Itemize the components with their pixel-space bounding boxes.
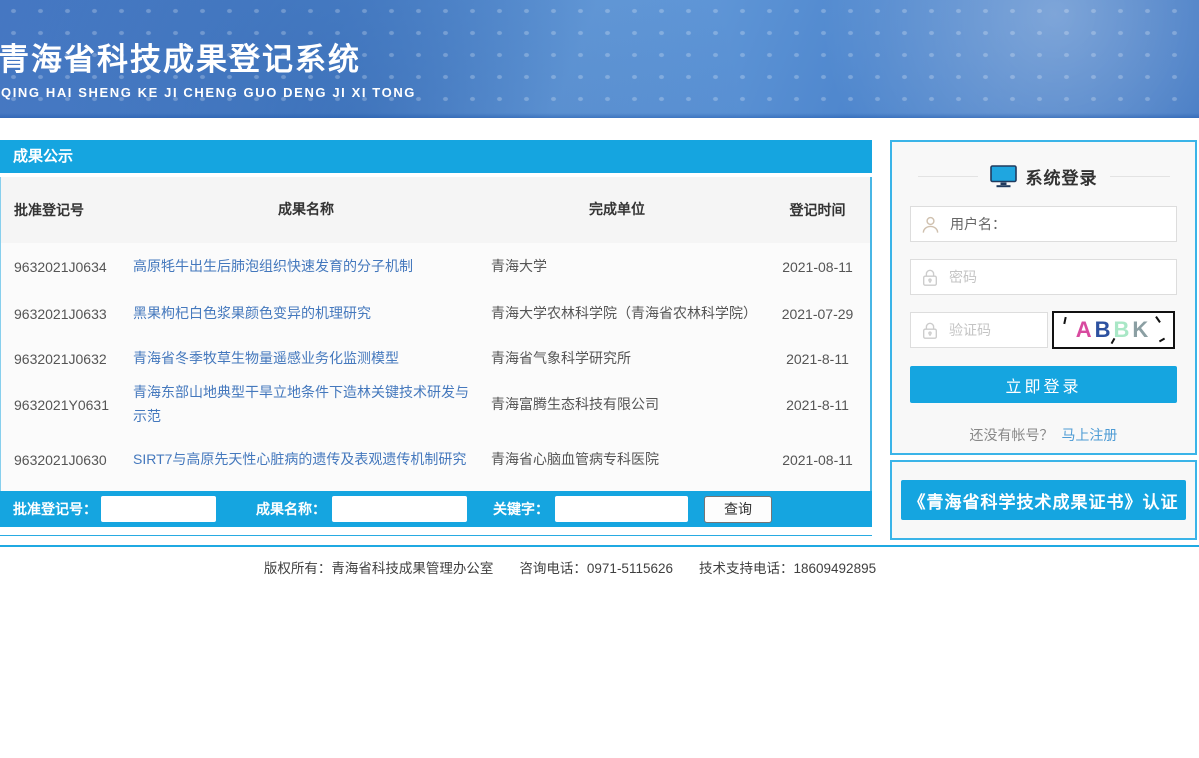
table-header-row: 批准登记号 成果名称 完成单位 登记时间 <box>1 177 870 243</box>
result-name-cell: SIRT7与高原先天性心脏病的遗传及表观遗传机制研究 <box>133 448 479 472</box>
result-name-link[interactable]: SIRT7与高原先天性心脏病的遗传及表观遗传机制研究 <box>133 451 466 467</box>
site-title-pinyin: QING HAI SHENG KE JI CHENG GUO DENG JI X… <box>1 85 416 100</box>
username-field[interactable] <box>910 206 1177 242</box>
captcha-letter: A <box>1076 317 1095 343</box>
footer-text: 咨询电话：0971-5115626 <box>519 561 673 576</box>
footer-text: 技术支持电话：18609492895 <box>699 561 876 576</box>
password-field[interactable] <box>910 259 1177 295</box>
footer: 版权所有：青海省科技成果管理办公室 咨询电话：0971-5115626 技术支持电话… <box>0 557 1140 577</box>
result-name-cell: 青海省冬季牧草生物量遥感业务化监测模型 <box>133 347 479 371</box>
results-rows: 9632021J0634高原牦牛出生后肺泡组织快速发育的分子机制青海大学2021… <box>1 243 870 491</box>
user-icon <box>921 215 940 234</box>
monitor-icon <box>990 165 1017 188</box>
reg-no-cell: 9632021Y0631 <box>1 397 133 413</box>
captcha-noise <box>1159 338 1165 343</box>
captcha-row: ABBK <box>910 311 1177 349</box>
captcha-image[interactable]: ABBK <box>1052 311 1175 349</box>
date-cell: 2021-08-11 <box>765 452 870 468</box>
results-panel: 成果公示 批准登记号 成果名称 完成单位 登记时间 9632021J0634高原… <box>0 140 872 536</box>
search-reg-label: 批准登记号： <box>13 499 97 519</box>
result-name-link[interactable]: 高原牦牛出生后肺泡组织快速发育的分子机制 <box>133 258 413 274</box>
date-cell: 2021-8-11 <box>765 397 870 413</box>
table-row: 9632021J0630SIRT7与高原先天性心脏病的遗传及表观遗传机制研究青海… <box>1 429 870 491</box>
title-divider-left <box>918 176 978 177</box>
captcha-letter: K <box>1132 317 1151 343</box>
login-button[interactable]: 立即登录 <box>910 366 1177 403</box>
unit-cell: 青海大学农林科学院（青海省农林科学院） <box>479 302 765 326</box>
title-divider-right <box>1110 176 1170 177</box>
certificate-auth-button[interactable]: 《青海省科学技术成果证书》认证 <box>901 480 1186 520</box>
results-table: 批准登记号 成果名称 完成单位 登记时间 9632021J0634高原牦牛出生后… <box>0 177 872 491</box>
captcha-input[interactable] <box>947 321 1031 339</box>
results-panel-title: 成果公示 <box>0 140 872 173</box>
date-cell: 2021-8-11 <box>765 351 870 367</box>
unit-cell: 青海富腾生态科技有限公司 <box>479 393 765 417</box>
header-banner: 青海省科技成果登记系统 QING HAI SHENG KE JI CHENG G… <box>0 0 1199 118</box>
table-row: 9632021Y0631青海东部山地典型干旱立地条件下造林关键技术研发与示范青海… <box>1 381 870 429</box>
unit-cell: 青海省气象科学研究所 <box>479 347 765 371</box>
column-header-reg-no: 批准登记号 <box>1 200 133 220</box>
result-name-cell: 黑果枸杞白色浆果颜色变异的机理研究 <box>133 302 479 326</box>
table-row: 9632021J0634高原牦牛出生后肺泡组织快速发育的分子机制 青海大学2021… <box>1 243 870 291</box>
captcha-noise <box>1063 317 1066 324</box>
reg-no-cell: 9632021J0634 <box>1 259 133 275</box>
search-keyword-input[interactable] <box>555 496 688 522</box>
register-row: 还没有帐号？ 马上注册 <box>892 425 1195 445</box>
reg-no-cell: 9632021J0633 <box>1 306 133 322</box>
table-row: 9632021J0633黑果枸杞白色浆果颜色变异的机理研究 青海大学农林科学院（青… <box>1 291 870 337</box>
column-header-date: 登记时间 <box>765 200 870 220</box>
login-title-row: 系统登录 <box>892 164 1195 189</box>
search-keyword-label: 关键字： <box>493 499 549 519</box>
reg-no-cell: 9632021J0632 <box>1 351 133 367</box>
certificate-panel: 《青海省科学技术成果证书》认证 <box>890 460 1197 540</box>
column-header-name: 成果名称 <box>133 198 479 222</box>
table-row: 9632021J0632青海省冬季牧草生物量遥感业务化监测模型 青海省气象科学研究… <box>1 337 870 381</box>
result-name-cell: 高原牦牛出生后肺泡组织快速发育的分子机制 <box>133 255 479 279</box>
username-input[interactable] <box>948 215 1142 233</box>
result-name-link[interactable]: 黑果枸杞白色浆果颜色变异的机理研究 <box>133 305 371 321</box>
footer-text: 版权所有：青海省科技成果管理办公室 <box>264 561 494 576</box>
date-cell: 2021-08-11 <box>765 259 870 275</box>
register-link[interactable]: 马上注册 <box>1061 427 1117 443</box>
lock-icon <box>921 321 939 340</box>
search-name-input[interactable] <box>332 496 467 522</box>
login-panel-title: 系统登录 <box>1026 164 1098 189</box>
date-cell: 2021-07-29 <box>765 306 870 322</box>
captcha-letter: B <box>1095 317 1114 343</box>
captcha-field[interactable] <box>910 312 1048 348</box>
search-bar: 批准登记号： 成果名称： 关键字： 查询 <box>0 491 872 527</box>
unit-cell: 青海省心脑血管病专科医院 <box>479 448 765 472</box>
lock-icon <box>921 268 939 287</box>
result-name-link[interactable]: 青海省冬季牧草生物量遥感业务化监测模型 <box>133 350 399 366</box>
search-reg-input[interactable] <box>101 496 216 522</box>
search-name-label: 成果名称： <box>256 499 326 519</box>
password-input[interactable] <box>947 268 1141 286</box>
captcha-letter: B <box>1114 317 1133 343</box>
page: 青海省科技成果登记系统 QING HAI SHENG KE JI CHENG G… <box>0 0 1199 758</box>
reg-no-cell: 9632021J0630 <box>1 452 133 468</box>
page-divider <box>0 545 1199 547</box>
panel-bottom-divider <box>0 535 872 536</box>
query-button[interactable]: 查询 <box>704 496 772 523</box>
result-name-cell: 青海东部山地典型干旱立地条件下造林关键技术研发与示范 <box>133 381 479 429</box>
column-header-unit: 完成单位 <box>479 198 765 222</box>
result-name-link[interactable]: 青海东部山地典型干旱立地条件下造林关键技术研发与示范 <box>133 384 469 424</box>
login-panel: 系统登录 <box>890 140 1197 455</box>
unit-cell: 青海大学 <box>479 255 765 279</box>
register-hint: 还没有帐号？ <box>970 427 1054 443</box>
captcha-noise <box>1155 316 1161 323</box>
site-title: 青海省科技成果登记系统 <box>0 34 361 79</box>
